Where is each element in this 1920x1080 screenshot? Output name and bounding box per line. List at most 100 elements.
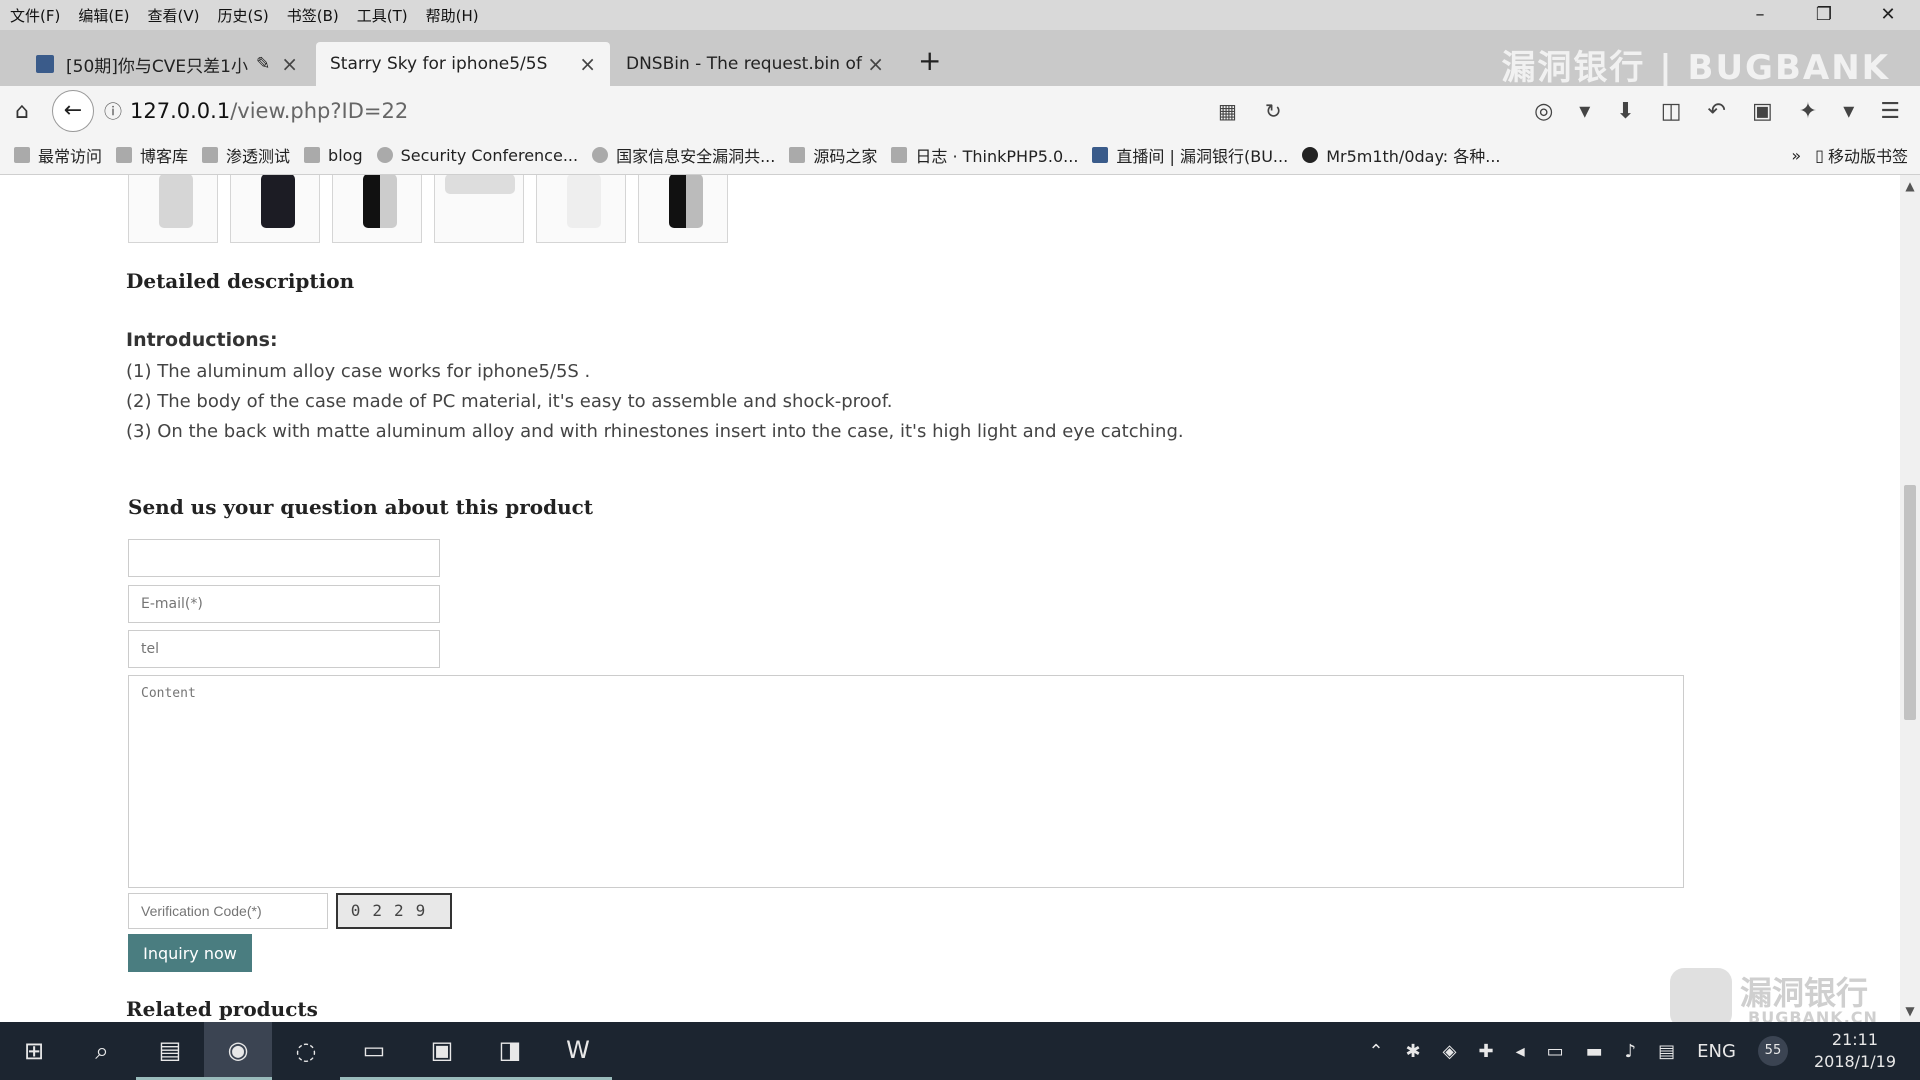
captcha-image[interactable]: 0229 [336, 893, 452, 929]
window-controls: – ❐ ✕ [1728, 0, 1920, 30]
bookmark-item[interactable]: 渗透测试 [202, 143, 290, 167]
content-textarea[interactable] [128, 675, 1684, 888]
notes-icon[interactable]: ▭ [340, 1022, 408, 1080]
menu-file[interactable]: 文件(F) [10, 5, 60, 26]
email-input[interactable] [128, 585, 440, 623]
tray-app-icon[interactable]: ◈ [1443, 1041, 1457, 1062]
firefox-icon[interactable]: ◉ [204, 1022, 272, 1080]
scroll-up-icon[interactable]: ▲ [1900, 179, 1920, 193]
message-icon[interactable]: ▤ [1658, 1041, 1675, 1062]
menu-history[interactable]: 历史(S) [218, 5, 269, 26]
close-window-button[interactable]: ✕ [1856, 0, 1920, 30]
network-icon[interactable]: ▭ [1547, 1041, 1564, 1062]
bookmark-item[interactable]: 博客库 [116, 143, 188, 167]
verification-code-input[interactable] [128, 893, 328, 929]
bookmark-item[interactable]: 源码之家 [789, 143, 877, 167]
info-icon[interactable]: ⓘ [104, 98, 122, 124]
product-thumbnail[interactable] [434, 175, 524, 243]
bookmark-label: 国家信息安全漏洞共... [616, 147, 776, 166]
scroll-down-icon[interactable]: ▼ [1900, 1004, 1920, 1018]
bookmarks-more-button[interactable]: » [1791, 146, 1801, 165]
tab-label: [50期]你与CVE只差1小 [66, 56, 248, 77]
tray-app-icon[interactable]: ✚ [1478, 1041, 1493, 1062]
product-thumbnail[interactable] [332, 175, 422, 243]
file-explorer-icon[interactable]: ▤ [136, 1022, 204, 1080]
tab-starry-sky[interactable]: Starry Sky for iphone5/5S × [316, 42, 610, 86]
windows-start-icon[interactable]: ⊞ [0, 1022, 68, 1080]
qr-code-icon[interactable]: ▦ [1218, 99, 1237, 123]
bird-icon [891, 147, 908, 163]
menu-edit[interactable]: 编辑(E) [78, 5, 129, 26]
dropdown-icon[interactable]: ▾ [1579, 99, 1590, 124]
notification-badge[interactable]: 55 [1757, 1036, 1788, 1066]
new-tab-button[interactable]: + [918, 44, 941, 77]
bookmark-item[interactable]: Security Conference... [376, 145, 579, 165]
menu-help[interactable]: 帮助(H) [426, 5, 479, 26]
close-tab-icon[interactable]: × [281, 52, 298, 76]
search-icon[interactable]: ⌕ [68, 1022, 136, 1080]
menu-view[interactable]: 查看(V) [148, 5, 200, 26]
watermark-top: 漏洞银行 | BUGBANK [1501, 48, 1890, 88]
reload-icon[interactable]: ↻ [1265, 99, 1282, 123]
bookmark-item[interactable]: 日志 · ThinkPHP5.0... [891, 143, 1078, 167]
scrollbar-thumb[interactable] [1904, 485, 1916, 720]
mobile-bookmarks[interactable]: 移动版书签 [1828, 143, 1908, 167]
menu-bar: 文件(F) 编辑(E) 查看(V) 历史(S) 书签(B) 工具(T) 帮助(H… [0, 0, 1920, 30]
inquiry-now-button[interactable]: Inquiry now [128, 934, 252, 972]
word-icon[interactable]: W [544, 1022, 612, 1080]
bookmark-item[interactable]: 国家信息安全漏洞共... [592, 143, 775, 167]
product-thumbnail[interactable] [638, 175, 728, 243]
mobile-icon: ▯ [1815, 145, 1824, 165]
tray-app-icon[interactable]: ✱ [1406, 1041, 1421, 1062]
navigation-toolbar: ⌂ ← ⓘ 127.0.0.1/view.php?ID=22 ▦ ↻ ◎ ▾ ⬇… [0, 86, 1920, 136]
close-tab-icon[interactable]: × [867, 52, 884, 76]
bookmark-label: Security Conference... [400, 145, 579, 165]
tab-bugbank[interactable]: [50期]你与CVE只差1小 ✎ × [22, 42, 312, 86]
battery-icon[interactable]: ▬ [1586, 1041, 1603, 1062]
bookmark-item[interactable]: Mr5m1th/0day: 各种... [1302, 143, 1501, 167]
palette-icon[interactable]: ◎ [1534, 99, 1553, 124]
globe-icon [376, 147, 393, 163]
tel-input[interactable] [128, 630, 440, 668]
close-tab-icon[interactable]: × [579, 52, 596, 76]
minimize-button[interactable]: – [1728, 0, 1792, 30]
menu-tools[interactable]: 工具(T) [357, 5, 408, 26]
tab-dnsbin[interactable]: DNSBin - The request.bin of I × [612, 42, 898, 86]
globe-icon [592, 147, 609, 163]
product-thumbnail[interactable] [230, 175, 320, 243]
chrome-icon[interactable]: ◌ [272, 1022, 340, 1080]
screenshot-icon[interactable]: ▣ [1752, 99, 1773, 124]
back-button[interactable]: ← [52, 90, 94, 132]
chevron-up-icon[interactable]: ⌃ [1368, 1041, 1383, 1062]
page-icon [1092, 147, 1109, 163]
intro-line: (1) The aluminum alloy case works for ip… [126, 361, 591, 382]
name-input[interactable] [128, 539, 440, 577]
home-icon[interactable]: ⌂ [0, 99, 44, 124]
address-bar[interactable]: 127.0.0.1/view.php?ID=22 [130, 99, 408, 123]
brush-icon: ✎ [255, 54, 271, 74]
remote-desktop-icon[interactable]: ◨ [476, 1022, 544, 1080]
bookmark-label: 日志 · ThinkPHP5.0... [915, 147, 1079, 166]
menu-bookmarks[interactable]: 书签(B) [287, 5, 339, 26]
url-host: 127.0.0.1 [130, 99, 231, 123]
bookmark-item[interactable]: blog [304, 146, 363, 165]
hamburger-menu-icon[interactable]: ☰ [1880, 99, 1900, 124]
volume-icon[interactable]: ♪ [1625, 1041, 1637, 1062]
product-thumbnail[interactable] [536, 175, 626, 243]
bookmark-item[interactable]: 最常访问 [14, 143, 102, 167]
clock[interactable]: 21:11 2018/1/19 [1814, 1029, 1896, 1073]
extension-icon[interactable]: ✦ [1799, 99, 1817, 124]
restore-button[interactable]: ❐ [1792, 0, 1856, 30]
bookmark-item[interactable]: 直播间 | 漏洞银行(BU... [1092, 143, 1288, 167]
dropdown-icon[interactable]: ▾ [1843, 99, 1854, 124]
speaker-small-icon[interactable]: ◂ [1516, 1041, 1525, 1062]
sidebar-icon[interactable]: ◫ [1661, 99, 1682, 124]
app-window-icon[interactable]: ▣ [408, 1022, 476, 1080]
download-icon[interactable]: ⬇ [1616, 99, 1634, 124]
product-thumbnail[interactable] [128, 175, 218, 243]
watermark-subtitle: BUGBANK.CN [1748, 1008, 1878, 1022]
language-indicator[interactable]: ENG [1697, 1041, 1736, 1062]
introductions-heading: Introductions: [126, 329, 278, 351]
page-scrollbar[interactable]: ▲ ▼ [1900, 175, 1920, 1022]
undo-icon[interactable]: ↶ [1708, 99, 1726, 124]
